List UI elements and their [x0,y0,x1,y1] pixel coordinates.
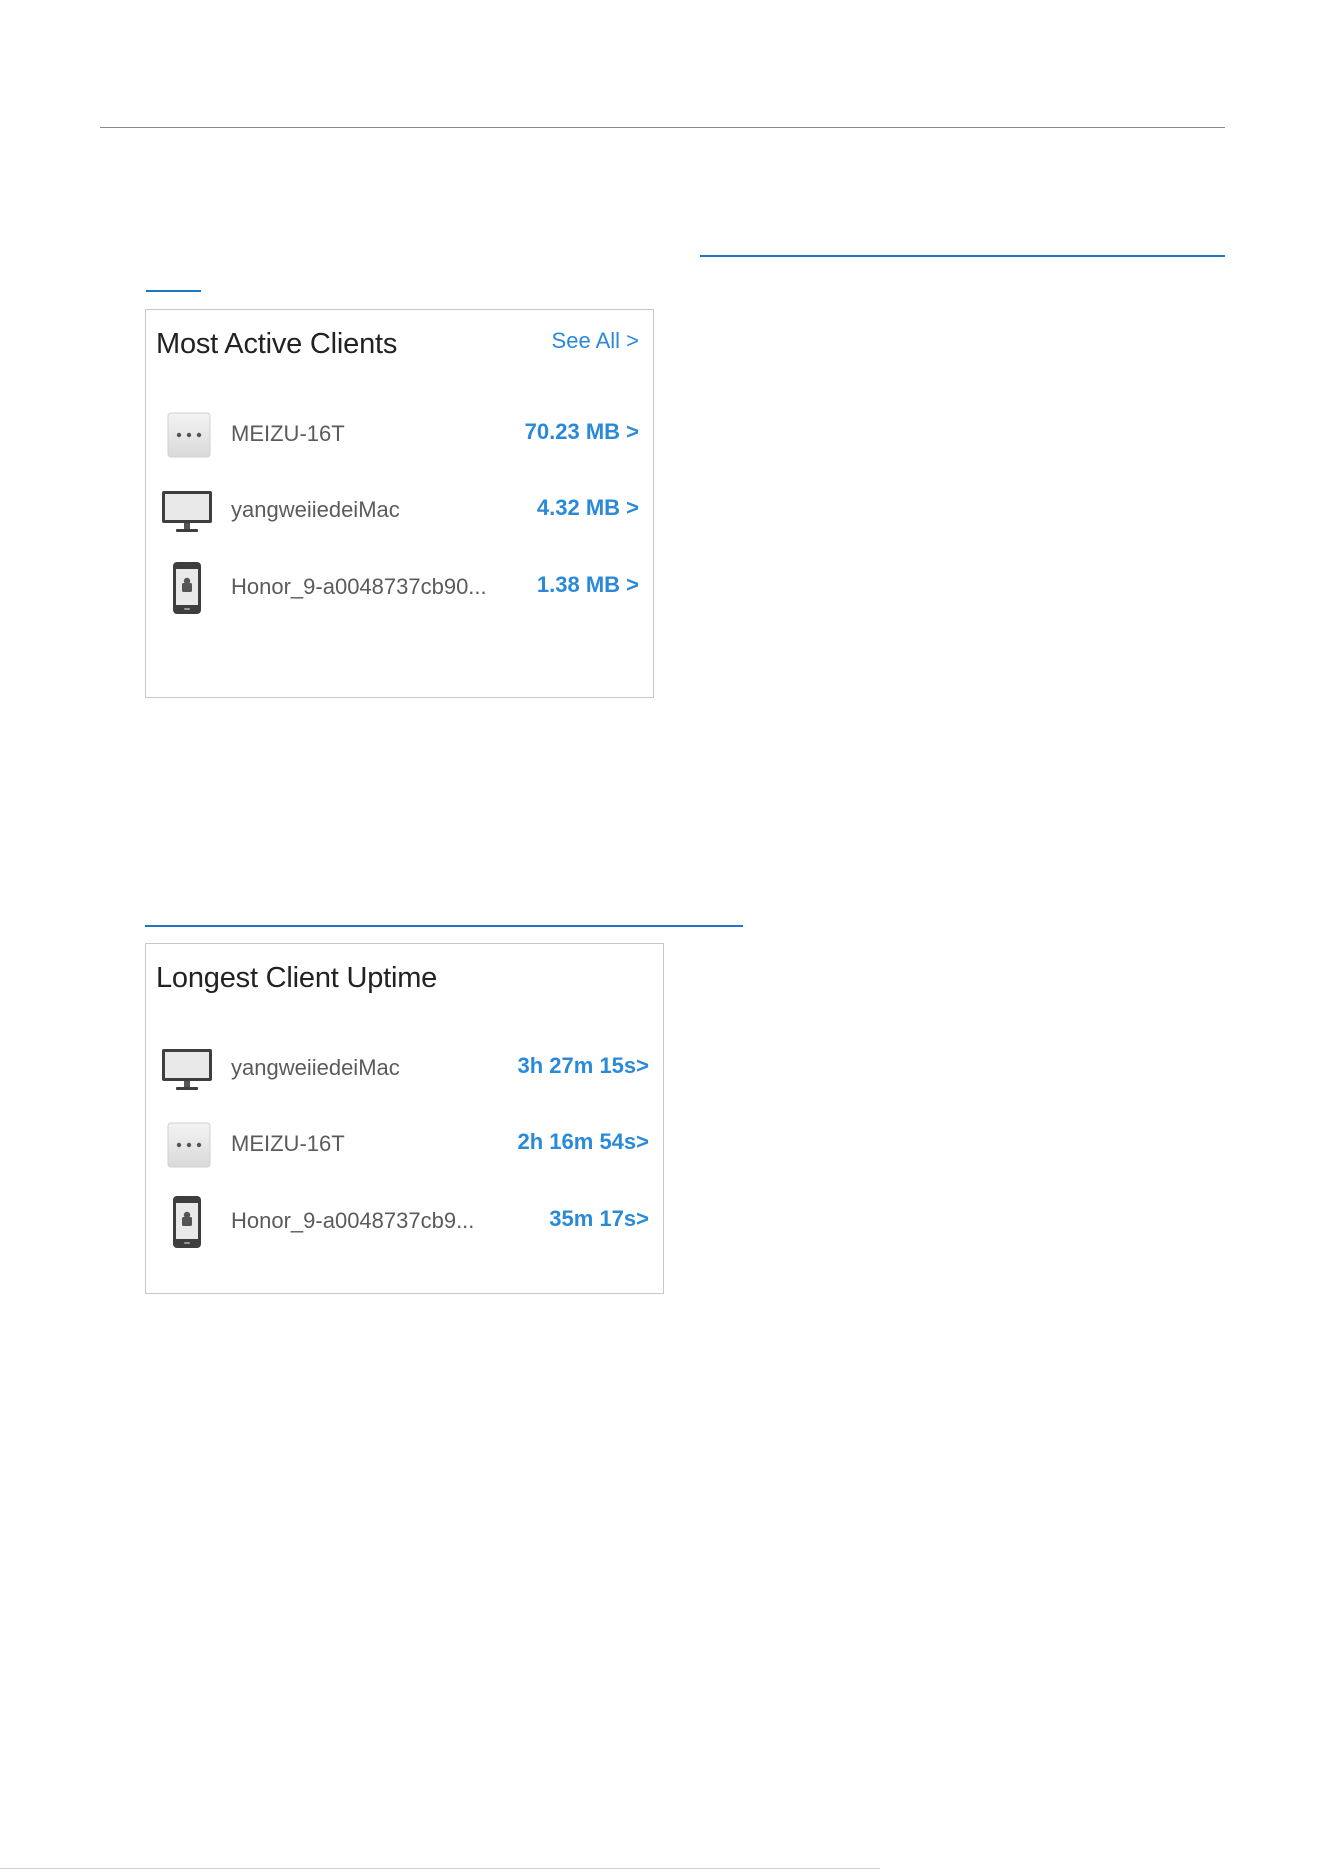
client-name: yangweiiedeiMac [231,1055,400,1080]
client-row[interactable]: MEIZU-16T 2h 16m 54s> [146,1117,663,1173]
android-phone-icon [173,562,201,614]
client-traffic[interactable]: 4.32 MB > [537,495,639,521]
client-name: MEIZU-16T [231,421,345,446]
more-dots-icon [167,412,211,458]
most-active-clients-card: Most Active Clients See All > MEIZU-16T … [145,309,654,698]
client-row[interactable]: yangweiiedeiMac 3h 27m 15s> [146,1041,663,1097]
client-row[interactable]: Honor_9-a0048737cb90... 1.38 MB > [146,560,653,616]
client-uptime[interactable]: 35m 17s> [549,1206,649,1232]
longest-client-uptime-card: Longest Client Uptime yangweiiedeiMac 3h… [145,943,664,1294]
client-traffic[interactable]: 70.23 MB > [525,419,639,445]
link-underline[interactable] [146,290,201,292]
monitor-icon [162,1049,212,1090]
client-row[interactable]: Honor_9-a0048737cb9... 35m 17s> [146,1194,663,1250]
client-uptime[interactable]: 3h 27m 15s> [518,1053,649,1079]
link-underline[interactable] [700,255,1225,257]
card-title: Longest Client Uptime [156,962,438,994]
client-name: yangweiiedeiMac [231,497,400,522]
android-phone-icon [173,1196,201,1248]
client-name: Honor_9-a0048737cb90... [231,574,487,599]
bottom-divider [0,1868,880,1869]
card-title: Most Active Clients [156,328,398,360]
client-uptime[interactable]: 2h 16m 54s> [518,1129,649,1155]
client-row[interactable]: yangweiiedeiMac 4.32 MB > [146,483,653,539]
top-divider [100,127,1225,128]
see-all-link[interactable]: See All > [552,328,639,354]
link-underline[interactable] [145,925,743,927]
client-traffic[interactable]: 1.38 MB > [537,572,639,598]
more-dots-icon [167,1122,211,1168]
client-name: Honor_9-a0048737cb9... [231,1208,475,1233]
monitor-icon [162,491,212,532]
client-row[interactable]: MEIZU-16T 70.23 MB > [146,407,653,463]
client-name: MEIZU-16T [231,1131,345,1156]
